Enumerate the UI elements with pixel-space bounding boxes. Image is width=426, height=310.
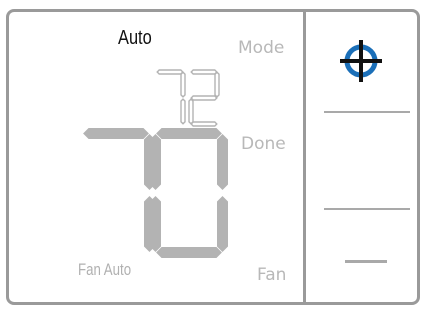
up-button[interactable]: [324, 111, 410, 113]
segment-a: [190, 69, 218, 75]
done-button[interactable]: Done: [241, 134, 286, 154]
mode-button[interactable]: Mode: [238, 38, 284, 58]
segment-e: [150, 196, 161, 252]
segment-b: [217, 134, 228, 190]
minus-button[interactable]: [345, 260, 387, 263]
current-temp-digit-2: [150, 128, 228, 258]
segment-b: [180, 71, 186, 98]
fan-status-text: Fan Auto: [78, 260, 132, 279]
segment-d: [156, 247, 222, 258]
fan-button[interactable]: Fan: [257, 265, 286, 285]
current-temp-digit-1: [83, 128, 155, 252]
segment-c: [217, 196, 228, 252]
panel-divider: [303, 12, 306, 302]
crosshair-icon[interactable]: [336, 36, 386, 86]
segment-b: [214, 71, 220, 98]
mode-indicator: Auto: [118, 27, 152, 49]
setpoint-digit-2: [188, 69, 220, 127]
down-button[interactable]: [324, 208, 410, 210]
segment-a: [156, 69, 184, 75]
segment-f: [150, 134, 161, 190]
segment-a: [83, 128, 149, 139]
segment-g: [190, 95, 218, 101]
segment-a: [156, 128, 222, 139]
segment-e: [188, 98, 194, 125]
segment-d: [190, 121, 218, 127]
setpoint-digit-1: [156, 69, 186, 125]
segment-c: [180, 98, 186, 125]
